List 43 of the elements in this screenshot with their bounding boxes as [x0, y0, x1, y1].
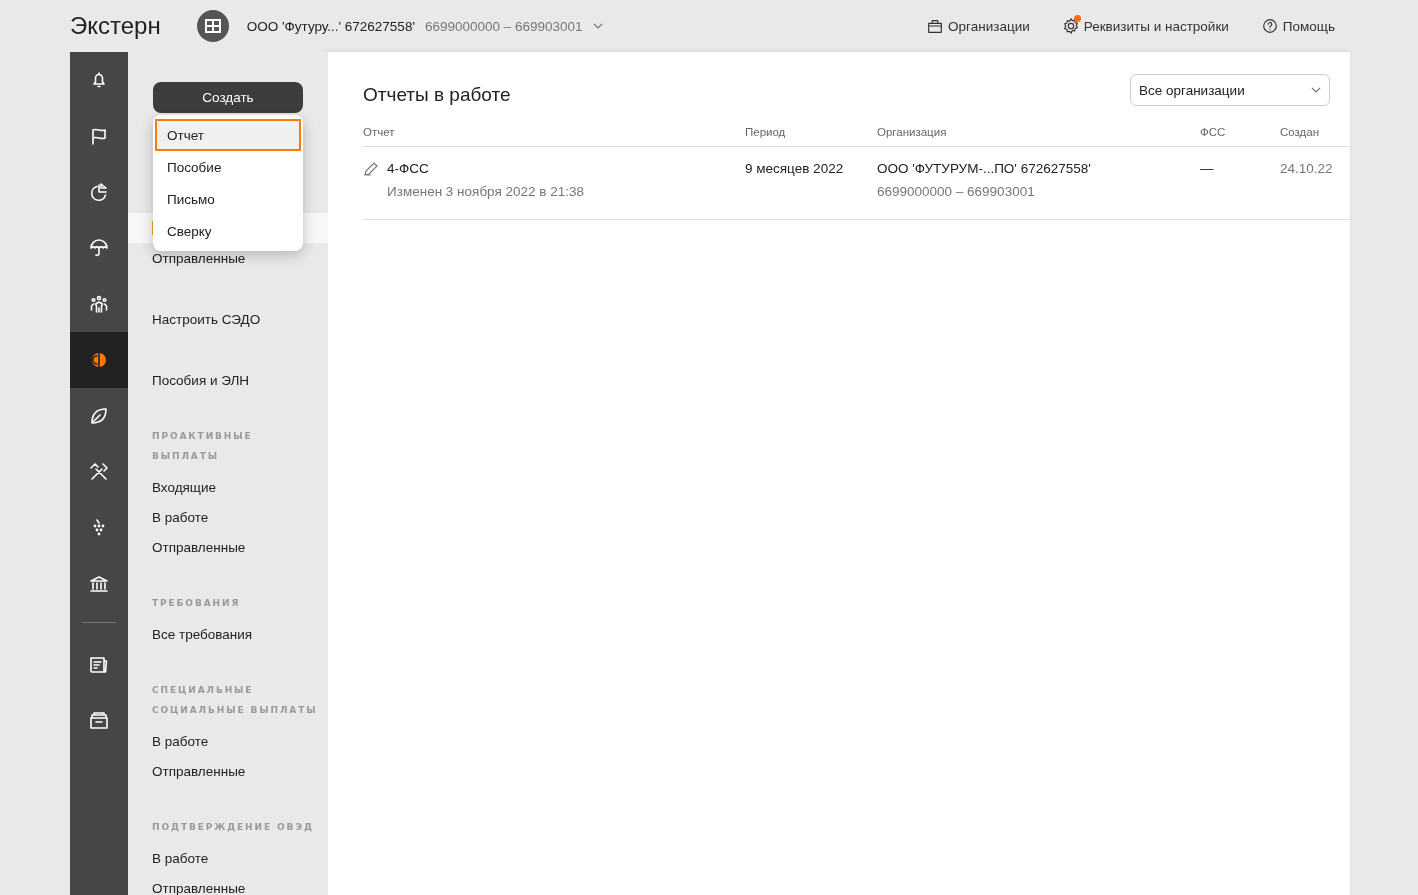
organization-codes: 6699000000 – 669903001	[877, 184, 1036, 199]
header-link[interactable]: Реквизиты и настройки	[1061, 17, 1229, 35]
column-header: Организация	[877, 126, 947, 138]
chevron-icon	[1311, 87, 1321, 93]
settings-icon	[1061, 17, 1080, 35]
nav-item[interactable]: В работе	[128, 843, 328, 873]
nav-item[interactable]: Настроить СЭДО	[128, 304, 328, 334]
menu-item[interactable]: Отчет	[155, 119, 301, 151]
organization-filter[interactable]: Все организации	[1130, 74, 1330, 106]
pencil-icon	[363, 161, 379, 177]
column-header: ФСС	[1200, 126, 1226, 138]
header-link[interactable]: Помощь	[1260, 17, 1335, 35]
nav-item[interactable]: Отправленные	[128, 532, 328, 562]
page-title: Отчеты в работе	[363, 84, 511, 106]
column-header: Период	[745, 126, 786, 138]
grid-icon[interactable]	[196, 10, 229, 42]
header-link[interactable]: Организации	[926, 17, 1030, 35]
nav-section-heading: ПРОАКТИВНЫЕ ВЫПЛАТЫ	[151, 430, 254, 463]
nav-section-heading: ТРЕБОВАНИЯ	[151, 597, 242, 610]
nav-section-heading: СПЕЦИАЛЬНЫЕ СОЦИАЛЬНЫЕ ВЫПЛАТЫ	[151, 684, 319, 717]
nav-item[interactable]: Все требования	[128, 619, 328, 649]
organization-selector[interactable]: ООО 'Футуру...' 672627558' 6699000000 – 669903001	[246, 18, 603, 34]
fss-cell-text: —	[1200, 161, 1215, 176]
report-name[interactable]: 4-ФСС	[387, 161, 585, 176]
nav-item[interactable]: Пособия и ЭЛН	[128, 365, 328, 395]
modified-date: Изменен 3 ноября 2022 в 21:38	[387, 184, 585, 199]
app-logo[interactable]: Экстерн	[70, 12, 161, 40]
nav-item[interactable]: Входящие	[128, 472, 328, 502]
nav-item[interactable]: В работе	[128, 726, 328, 756]
nav-section-heading: ПОДТВЕРЖДЕНИЕ ОВЭД	[151, 821, 315, 834]
help-icon	[1260, 17, 1279, 35]
nav-item[interactable]: В работе	[128, 502, 328, 532]
briefcase-icon	[926, 17, 945, 35]
created-date: 24.10.22	[1280, 161, 1334, 176]
column-header: Создан	[1280, 126, 1320, 138]
organization-cell-text: ООО 'ФУТУРУМ-...ПО' 672627558'	[877, 161, 1092, 176]
rail-button[interactable]	[70, 332, 128, 388]
period-cell-text: 9 месяцев 2022	[745, 161, 845, 176]
column-header: Отчет	[363, 126, 395, 138]
nav-item[interactable]: Отправленные	[128, 873, 328, 895]
chevron-icon	[592, 23, 603, 29]
nav-item[interactable]: Отправленные	[128, 756, 328, 786]
create-button[interactable]: Создать	[153, 82, 303, 113]
